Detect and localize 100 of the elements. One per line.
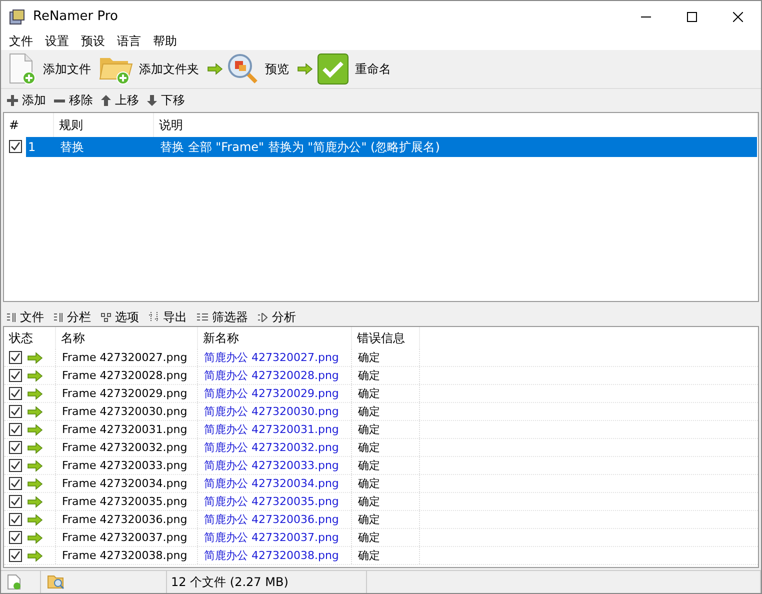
- table-cell: Frame 427320033.png: [56, 457, 198, 474]
- toolbar-button[interactable]: 添加: [7, 92, 46, 109]
- table-cell: Frame 427320038.png: [56, 547, 198, 564]
- app-icon: [9, 8, 25, 24]
- table-cell: Frame 427320029.png: [56, 385, 198, 402]
- column-header[interactable]: 新名称: [198, 327, 352, 349]
- toolbar-button[interactable]: 筛选器: [197, 308, 248, 326]
- table-cell: 确定: [352, 439, 420, 456]
- up-arrow-icon: [101, 95, 111, 106]
- magnifier-icon: [227, 53, 259, 85]
- play-icon: [258, 312, 268, 322]
- checkbox[interactable]: [9, 441, 22, 454]
- table-cell: 简鹿办公 427320036.png: [198, 511, 352, 528]
- column-header[interactable]: 名称: [56, 327, 198, 349]
- arrow-icon: [27, 478, 43, 490]
- table-cell: 简鹿办公 427320029.png: [198, 385, 352, 402]
- table-cell: 简鹿办公 427320038.png: [198, 547, 352, 564]
- table-cell: Frame 427320035.png: [56, 493, 198, 510]
- column-header[interactable]: 错误信息: [352, 327, 420, 349]
- menu-item[interactable]: 设置: [39, 32, 75, 50]
- checkbox[interactable]: [9, 549, 22, 562]
- table-cell: 简鹿办公 427320030.png: [198, 403, 352, 420]
- table-cell: 确定: [352, 547, 420, 564]
- table-cell: 确定: [352, 421, 420, 438]
- table-cell: 确定: [352, 511, 420, 528]
- menu-item[interactable]: 预设: [75, 32, 111, 50]
- arrow-icon: [297, 63, 313, 75]
- toolbar-button[interactable]: 移除: [54, 92, 93, 109]
- checkbox[interactable]: [9, 495, 22, 508]
- folder-search-icon[interactable]: [47, 574, 65, 590]
- table-cell: 确定: [352, 475, 420, 492]
- table-cell: 简鹿办公 427320035.png: [198, 493, 352, 510]
- toolbar-button[interactable]: 添加文件: [7, 53, 95, 85]
- arrow-icon: [27, 388, 43, 400]
- minus-icon: [54, 98, 65, 102]
- table-cell: Frame 427320037.png: [56, 529, 198, 546]
- toolbar-button[interactable]: 导出: [149, 308, 187, 326]
- list-icon: [54, 312, 63, 322]
- toolbar-button[interactable]: 添加文件夹: [99, 53, 203, 85]
- close-icon[interactable]: [733, 12, 743, 22]
- checkbox[interactable]: [9, 423, 22, 436]
- menu-item[interactable]: 帮助: [147, 32, 183, 50]
- checkbox[interactable]: [9, 459, 22, 472]
- toolbar-button[interactable]: 预览: [227, 53, 293, 85]
- down-arrow-icon: [147, 95, 157, 106]
- add-file-icon: [7, 53, 37, 85]
- file-count: 12 个文件 (2.27 MB): [171, 574, 288, 590]
- arrow-icon: [27, 424, 43, 436]
- table-cell: 简鹿办公 427320027.png: [198, 349, 352, 366]
- maximize-icon[interactable]: [687, 12, 697, 22]
- list-icon: [7, 312, 16, 322]
- checkbox[interactable]: [9, 351, 22, 364]
- arrow-icon: [27, 460, 43, 472]
- arrow-icon: [27, 406, 43, 418]
- table-cell: 简鹿办公 427320032.png: [198, 439, 352, 456]
- table-cell: 确定: [352, 367, 420, 384]
- table-cell: 简鹿办公 427320034.png: [198, 475, 352, 492]
- table-cell: Frame 427320031.png: [56, 421, 198, 438]
- checkbox[interactable]: [9, 513, 22, 526]
- table-cell: Frame 427320030.png: [56, 403, 198, 420]
- checkbox[interactable]: [9, 140, 22, 153]
- plus-icon: [7, 95, 18, 106]
- arrow-icon: [207, 63, 223, 75]
- table-cell: 确定: [352, 349, 420, 366]
- table-cell: 简鹿办公 427320037.png: [198, 529, 352, 546]
- toolbar-button[interactable]: 下移: [147, 92, 185, 109]
- toolbar-button[interactable]: 分栏: [54, 308, 91, 326]
- table-cell: 确定: [352, 493, 420, 510]
- table-cell: 确定: [352, 457, 420, 474]
- export-icon: [149, 312, 159, 322]
- filter-icon: [197, 313, 208, 321]
- toolbar-button[interactable]: 分析: [258, 308, 296, 326]
- table-cell: 简鹿办公 427320033.png: [198, 457, 352, 474]
- table-cell: Frame 427320034.png: [56, 475, 198, 492]
- checkbox[interactable]: [9, 477, 22, 490]
- window-title: ReNamer Pro: [33, 9, 119, 24]
- add-file-icon[interactable]: [7, 574, 21, 590]
- toolbar-button[interactable]: 选项: [101, 308, 139, 326]
- checkmark-icon: [317, 53, 349, 85]
- checkbox[interactable]: [9, 405, 22, 418]
- toolbar-button[interactable]: 上移: [101, 92, 139, 109]
- table-cell-text: 替换: [59, 138, 85, 156]
- checkbox[interactable]: [9, 387, 22, 400]
- table-cell: 简鹿办公 427320028.png: [198, 367, 352, 384]
- arrow-icon: [27, 532, 43, 544]
- toolbar-button[interactable]: 文件: [7, 308, 44, 326]
- arrow-icon: [27, 370, 43, 382]
- menu-item[interactable]: 语言: [111, 32, 147, 50]
- checkbox[interactable]: [9, 531, 22, 544]
- table-cell: 确定: [352, 403, 420, 420]
- table-cell: Frame 427320036.png: [56, 511, 198, 528]
- table-cell: Frame 427320027.png: [56, 349, 198, 366]
- nodes-icon: [101, 312, 111, 322]
- menu-item[interactable]: 文件: [3, 32, 39, 50]
- arrow-icon: [27, 514, 43, 526]
- toolbar-button[interactable]: 重命名: [317, 53, 395, 85]
- table-cell-text: 1: [27, 139, 37, 156]
- rule-row[interactable]: 1 替换 替换 全部 "Frame" 替换为 "简鹿办公" (忽略扩展名): [26, 137, 757, 157]
- checkbox[interactable]: [9, 369, 22, 382]
- column-header[interactable]: 状态: [4, 327, 56, 349]
